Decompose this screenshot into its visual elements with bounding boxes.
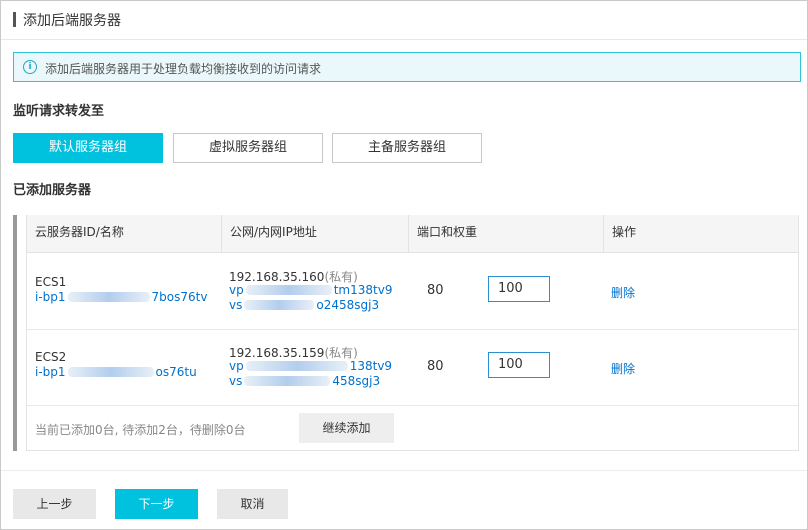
title-bar: 添加后端服务器 <box>1 1 807 40</box>
added-servers-label: 已添加服务器 <box>13 183 92 198</box>
table-row: ECS1 i-bp1 7bos76tv 192.168.35.160(私有) vp… <box>27 253 798 330</box>
primary-backup-server-group-button[interactable]: 主备服务器组 <box>332 133 482 163</box>
virtual-server-group-button[interactable]: 虚拟服务器组 <box>173 133 323 163</box>
col-header-instance: 云服务器ID/名称 <box>35 225 124 239</box>
status-text: 当前已添加0台, 待添加2台，待删除0台 <box>35 423 246 437</box>
info-banner: i 添加后端服务器用于处理负载均衡接收到的访问请求 <box>13 52 801 82</box>
redacted-vpc <box>244 284 334 295</box>
vswitch-prefix: vs <box>229 298 243 312</box>
redaction-blur <box>67 367 154 377</box>
page-title: 添加后端服务器 <box>23 13 121 29</box>
redaction-blur <box>67 292 150 302</box>
server-table: 云服务器ID/名称 公网/内网IP地址 端口和权重 操作 ECS1 i-bp1 7… <box>26 215 799 451</box>
table-row: ECS2 i-bp1 os76tu 192.168.35.159(私有) vp 13… <box>27 329 798 406</box>
vpc-prefix: vp <box>229 283 244 297</box>
instance-id-link[interactable]: i-bp1 7bos76tv <box>35 290 207 304</box>
vswitch-suffix: o2458sgj3 <box>316 298 380 312</box>
redacted-vpc <box>244 360 350 371</box>
instance-name: ECS1 <box>35 275 67 289</box>
title-marker <box>13 12 16 27</box>
vpc-suffix: tm138tv9 <box>333 283 393 297</box>
redacted-vswitch <box>242 375 332 386</box>
redacted-id <box>66 291 152 302</box>
redacted-vswitch <box>242 299 316 310</box>
info-icon: i <box>23 60 37 74</box>
redacted-id <box>66 366 156 377</box>
add-more-button[interactable]: 继续添加 <box>299 413 394 443</box>
vpc-suffix: 138tv9 <box>349 359 393 373</box>
next-step-button[interactable]: 下一步 <box>115 489 198 519</box>
forward-section-label: 监听请求转发至 <box>13 104 105 119</box>
col-header-ip: 公网/内网IP地址 <box>230 225 317 239</box>
dialog-frame: 添加后端服务器 i 添加后端服务器用于处理负载均衡接收到的访问请求 监听请求转发… <box>0 0 808 530</box>
instance-name: ECS2 <box>35 350 67 364</box>
cancel-button[interactable]: 取消 <box>217 489 288 519</box>
port-value: 80 <box>427 283 444 298</box>
section-indicator-bar <box>13 215 17 451</box>
delete-button[interactable]: 删除 <box>611 360 635 377</box>
footer-divider <box>1 470 807 471</box>
table-header: 云服务器ID/名称 公网/内网IP地址 端口和权重 操作 <box>27 215 798 253</box>
previous-step-button[interactable]: 上一步 <box>13 489 96 519</box>
instance-id-prefix: i-bp1 <box>35 365 66 379</box>
redaction-blur <box>244 376 331 386</box>
instance-id-suffix: os76tu <box>155 365 197 379</box>
vpc-id-link[interactable]: vp tm138tv9 <box>229 283 392 297</box>
default-server-group-button[interactable]: 默认服务器组 <box>13 133 163 163</box>
port-value: 80 <box>427 359 444 374</box>
ip-tag: (私有) <box>324 270 358 284</box>
instance-id-link[interactable]: i-bp1 os76tu <box>35 365 197 379</box>
weight-input[interactable]: 100 <box>488 352 550 378</box>
server-table-wrap: 云服务器ID/名称 公网/内网IP地址 端口和权重 操作 ECS1 i-bp1 7… <box>13 215 799 451</box>
vswitch-id-link[interactable]: vs o2458sgj3 <box>229 298 379 312</box>
vswitch-suffix: 458sgj3 <box>332 374 381 388</box>
table-footer: 当前已添加0台, 待添加2台，待删除0台 继续添加 <box>27 405 798 451</box>
weight-input[interactable]: 100 <box>488 276 550 302</box>
instance-id-prefix: i-bp1 <box>35 290 66 304</box>
ip-address: 192.168.35.160 <box>229 270 325 284</box>
instance-id-suffix: 7bos76tv <box>151 290 208 304</box>
vpc-id-link[interactable]: vp 138tv9 <box>229 359 392 373</box>
info-banner-text: 添加后端服务器用于处理负载均衡接收到的访问请求 <box>45 62 322 76</box>
col-header-port-weight: 端口和权重 <box>417 225 478 239</box>
ip-address: 192.168.35.159 <box>229 346 325 360</box>
redaction-blur <box>244 300 315 310</box>
redaction-blur <box>245 361 348 371</box>
redaction-blur <box>245 285 332 295</box>
delete-button[interactable]: 删除 <box>611 284 635 301</box>
vpc-prefix: vp <box>229 359 244 373</box>
col-header-actions: 操作 <box>612 225 637 239</box>
vswitch-id-link[interactable]: vs 458sgj3 <box>229 374 380 388</box>
vswitch-prefix: vs <box>229 374 243 388</box>
ip-tag: (私有) <box>324 346 358 360</box>
